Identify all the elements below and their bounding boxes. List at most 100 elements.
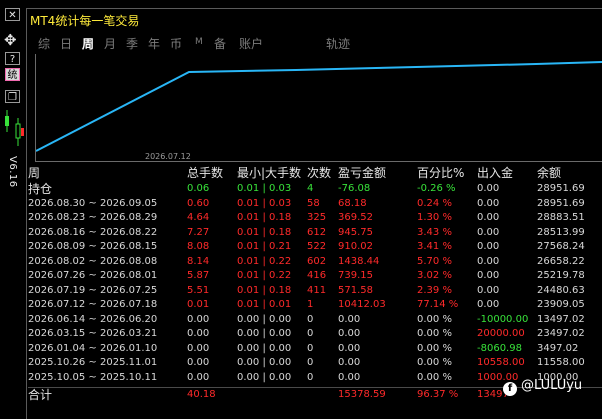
table-row[interactable]: 2026.07.19 ~ 2026.07.25 5.51 0.01 | 0.18 41… [28,284,602,298]
table-row[interactable]: 2026.08.23 ~ 2026.08.29 4.64 0.01 | 0.18 32… [28,211,602,225]
table-cell-pnl: 910.02 [338,241,373,252]
tab-account[interactable]: 账户 [239,35,263,52]
table-cell-balance: 13497.02 [537,313,585,325]
table-cell-lots: 7.27 [187,226,210,238]
table-cell-pct: 0.00 % [417,357,452,368]
table-cell-pct: 0.00 % [417,371,452,383]
table-cell-count: 1 [307,299,314,310]
tab-summary[interactable]: 综 [38,35,50,52]
table-cell-flow: 0.00 [477,299,500,310]
table-cell-balance: 11558.00 [537,357,585,368]
total-label: 合计 [28,388,53,402]
table-cell-minmax: 0.01 | 0.03 [237,197,292,209]
table-cell-minmax: 0.01 | 0.18 [237,284,292,296]
table-row[interactable]: 2026.03.15 ~ 2026.03.21 0.00 0.00 | 0.00 0 0… [28,327,602,341]
table-cell-balance: 28513.99 [537,226,585,238]
table-cell-period: 2026.08.09 ~ 2026.08.15 [28,241,158,252]
table-header: 周 总手数 最小|大手数 次数 盈亏金额 百分比% 出入金 余额 [28,166,602,180]
watermark: f @LULUyu [503,378,582,398]
table-row[interactable]: 2026.08.30 ~ 2026.09.05 0.60 0.01 | 0.03 58… [28,197,602,211]
table-cell-flow: 0.00 [477,270,500,281]
table-cell-period: 2026.06.14 ~ 2026.06.20 [28,313,158,325]
column-header: 百分比% [417,166,465,180]
window-icon[interactable]: ❐ [5,90,20,103]
table-cell-pct: 3.41 % [417,241,452,252]
watermark-text: @LULUyu [521,378,583,393]
table-row[interactable]: 2025.10.26 ~ 2025.11.01 0.00 0.00 | 0.00 0 0… [28,356,602,370]
table-row[interactable]: 2026.06.14 ~ 2026.06.20 0.00 0.00 | 0.00 0 0… [28,313,602,327]
table-cell-pct: 77.14 % [417,299,459,310]
table-cell-pct: -0.26 % [417,183,456,194]
table-cell-flow: 0.00 [477,284,500,296]
table-cell-lots: 0.00 [187,371,210,383]
table-cell-minmax: 0.00 | 0.00 [237,371,292,383]
table-cell-pnl: 0.00 [338,371,361,383]
table-cell-lots: 4.64 [187,212,210,223]
table-cell-pnl: 0.00 [338,342,361,354]
table-cell-pct: 3.02 % [417,270,452,281]
table-cell-flow: 20000.00 [477,328,525,339]
table-cell-pct: 0.24 % [417,197,452,209]
balance-curve-svg [36,61,602,152]
tab-month[interactable]: 月 [104,35,116,52]
table-cell-pnl: 1438.44 [338,255,380,267]
tab-day[interactable]: 日 [60,35,72,52]
table-cell-minmax: 0.01 | 0.22 [237,255,292,267]
table-cell-balance: 3497.02 [537,342,579,354]
table-row[interactable]: 2026.08.16 ~ 2026.08.22 7.27 0.01 | 0.18 61… [28,226,602,240]
table-row[interactable]: 持仓 0.06 0.01 | 0.03 4 -76.08 -0.26 % 0.00 28951… [28,182,602,196]
column-header: 周 [28,166,41,180]
table-cell-pnl: 0.00 [338,313,361,325]
table-cell-balance: 25219.78 [537,270,585,281]
table-cell-count: 0 [307,342,314,354]
tab-note[interactable]: 备 [214,35,226,52]
table-cell-count: 0 [307,371,314,383]
tab-quarter[interactable]: 季 [126,35,138,52]
table-cell-count: 58 [307,197,320,209]
chart-x-label: 2026.07.12 [145,152,191,161]
table-cell-lots: 8.14 [187,255,210,267]
table-cell-lots: 0.60 [187,197,210,209]
table-cell-pnl: 10412.03 [338,299,386,310]
table-row[interactable]: 2026.01.04 ~ 2026.01.10 0.00 0.00 | 0.00 0 0… [28,342,602,356]
table-cell-flow: 0.00 [477,197,500,209]
move-icon[interactable]: ✥ [4,33,17,48]
tab-currency[interactable]: 币 [170,35,182,52]
table-cell-lots: 0.00 [187,328,210,339]
table-row[interactable]: 2026.08.02 ~ 2026.08.08 8.14 0.01 | 0.22 60… [28,255,602,269]
watermark-logo-icon: f [503,382,517,396]
total-pnl: 15378.59 [338,389,386,400]
table-cell-minmax: 0.01 | 0.01 [237,299,292,310]
candles-icon [5,110,24,146]
table-cell-flow: 10558.00 [477,357,525,368]
table-cell-minmax: 0.00 | 0.00 [237,328,292,339]
table-cell-lots: 0.00 [187,313,210,325]
table-row[interactable]: 2026.07.12 ~ 2026.07.18 0.01 0.01 | 0.01 1 1… [28,298,602,312]
close-icon[interactable]: ✕ [5,8,20,21]
tab-week[interactable]: 周 [82,35,94,52]
help-button[interactable]: ? [5,52,20,65]
tab-track[interactable]: 轨迹 [326,35,350,52]
table-row[interactable]: 2026.08.09 ~ 2026.08.15 8.08 0.01 | 0.21 52… [28,240,602,254]
column-header: 余额 [537,166,562,180]
table-cell-balance: 24480.63 [537,284,585,296]
table-cell-flow: 0.00 [477,241,500,252]
table-cell-pct: 0.00 % [417,328,452,339]
table-cell-pnl: 369.52 [338,212,373,223]
stats-button[interactable]: 统 [5,68,20,81]
table-row[interactable]: 2026.07.26 ~ 2026.08.01 5.87 0.01 | 0.22 41… [28,269,602,283]
table-cell-period: 2026.07.12 ~ 2026.07.18 [28,299,158,310]
table-cell-count: 0 [307,328,314,339]
table-cell-period: 2026.07.19 ~ 2026.07.25 [28,284,158,296]
table-cell-balance: 28951.69 [537,197,585,209]
table-cell-flow: -10000.00 [477,313,529,325]
table-cell-pct: 2.39 % [417,284,452,296]
table-cell-lots: 0.06 [187,183,210,194]
column-header: 总手数 [187,166,224,180]
total-lots: 40.18 [187,389,216,400]
table-cell-count: 612 [307,226,327,238]
table-cell-period: 2026.08.16 ~ 2026.08.22 [28,226,158,238]
table-cell-balance: 26658.22 [537,255,585,267]
tab-year[interactable]: 年 [148,35,160,52]
tab-magic[interactable]: M [195,37,203,47]
